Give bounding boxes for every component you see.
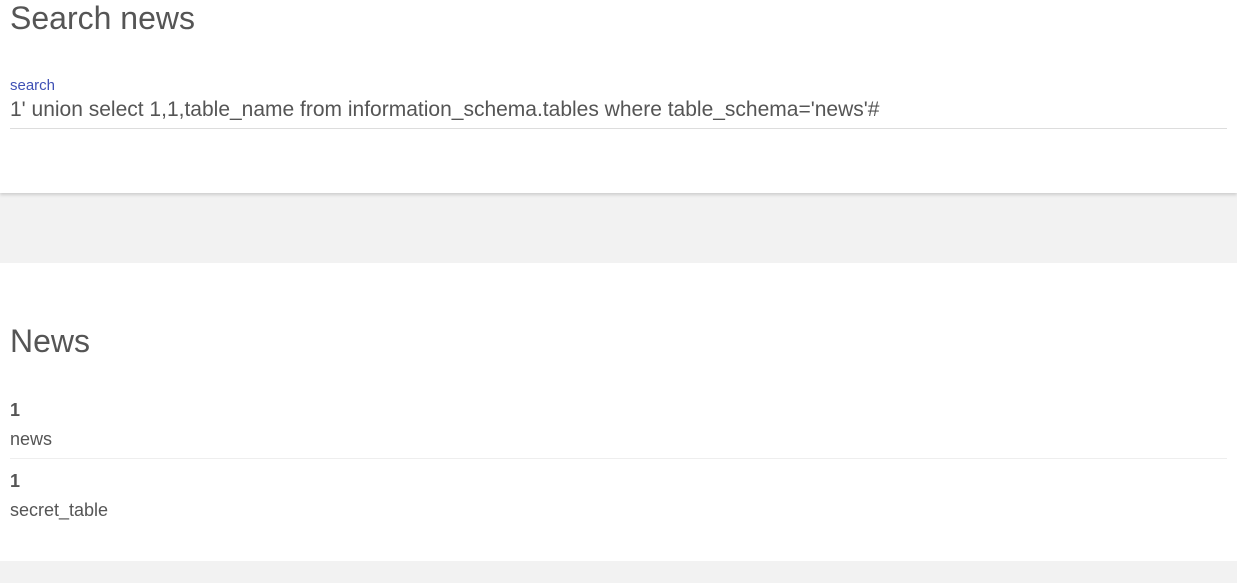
search-label: search (10, 77, 1227, 94)
search-card-inner: Search news search (0, 0, 1237, 193)
result-entry: 1 secret_table (10, 471, 1227, 529)
result-name: news (10, 429, 1227, 450)
result-name: secret_table (10, 500, 1227, 521)
results-title: News (10, 263, 1227, 360)
result-entry: 1 news (10, 400, 1227, 459)
search-card: Search news search (0, 0, 1237, 193)
search-input[interactable] (10, 96, 1227, 129)
result-id: 1 (10, 400, 1227, 421)
results-card: News 1 news 1 secret_table (0, 263, 1237, 561)
result-id: 1 (10, 471, 1227, 492)
search-title: Search news (10, 0, 1227, 37)
